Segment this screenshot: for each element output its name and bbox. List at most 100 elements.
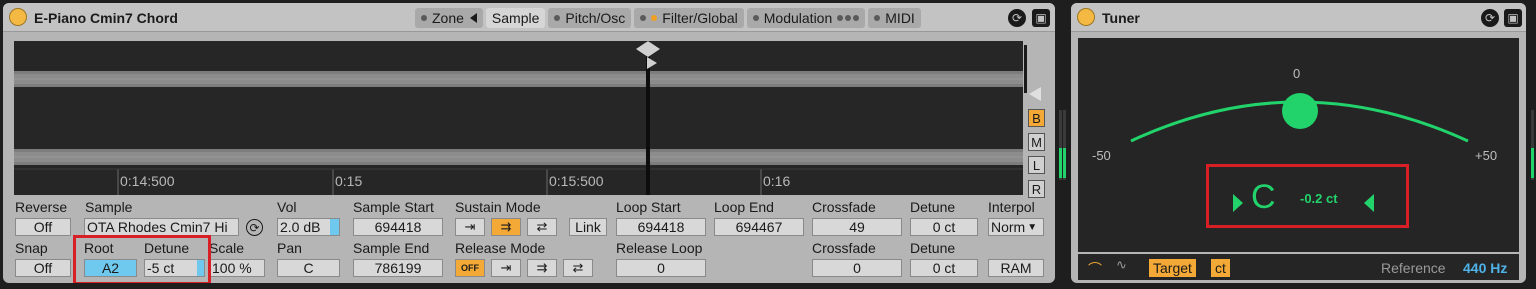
histogram-view-icon[interactable]: ∿ xyxy=(1116,257,1136,275)
sample-end-field[interactable]: 786199 xyxy=(353,259,443,277)
note-readout-highlight xyxy=(1206,164,1409,228)
detune-release-slider[interactable]: 0 ct xyxy=(910,259,978,277)
ram-button[interactable]: RAM xyxy=(988,259,1044,277)
detune-slider[interactable]: 0 ct xyxy=(910,218,978,236)
scale-slider[interactable]: 100 % xyxy=(209,259,265,277)
timeline-label: 0:16 xyxy=(763,173,791,189)
tab-indicator-dot-active xyxy=(651,15,658,21)
device-power-button[interactable] xyxy=(9,8,27,26)
tab-indicator-dot xyxy=(640,15,647,21)
tab-label: Sample xyxy=(491,10,540,26)
sample-start-field[interactable]: 694418 xyxy=(353,218,443,236)
channel-mid-button[interactable]: M xyxy=(1028,133,1045,151)
loop-start-field[interactable]: 694418 xyxy=(616,218,706,236)
tuner-titlebar: Tuner ⟳ ▣ xyxy=(1071,3,1526,32)
sample-name-field[interactable]: OTA Rhodes Cmin7 Hi xyxy=(84,218,239,236)
scale-min-label: -50 xyxy=(1092,148,1111,163)
channel-left-button[interactable]: L xyxy=(1028,156,1045,174)
root-detune-highlight xyxy=(73,235,211,283)
hot-swap-icon[interactable]: ⟳ xyxy=(1481,9,1499,27)
detune-label: Detune xyxy=(910,199,956,215)
device-tabs: Zone Sample Pitch/Osc Filter/Global Modu… xyxy=(415,8,921,28)
tuner-title: Tuner xyxy=(1102,10,1140,26)
save-preset-icon[interactable]: ▣ xyxy=(1032,9,1050,27)
device-title: E-Piano Cmin7 Chord xyxy=(34,10,178,26)
scale-center-label: 0 xyxy=(1293,66,1301,81)
start-marker-arrow xyxy=(647,57,657,69)
tuner-input-meter xyxy=(1057,110,1067,180)
tab-modulation[interactable]: Modulation xyxy=(746,8,866,28)
release-mode-off-button[interactable]: OFF xyxy=(455,259,485,277)
channel-right-button[interactable]: R xyxy=(1028,180,1045,198)
crossfade-label: Crossfade xyxy=(812,199,876,215)
loop-end-label: Loop End xyxy=(714,199,774,215)
interpol-label: Interpol xyxy=(988,199,1035,215)
crossfade-release-field[interactable]: 0 xyxy=(812,259,902,277)
release-mode-loop-back-forth-icon[interactable]: ⇄ xyxy=(563,259,593,277)
zoom-slider-track[interactable] xyxy=(1024,45,1027,93)
ct-unit-button[interactable]: ct xyxy=(1211,259,1230,277)
interpol-dropdown[interactable]: Norm ▼ xyxy=(988,218,1044,236)
reference-value[interactable]: 440 Hz xyxy=(1463,260,1507,276)
sustain-mode-loop-back-forth-icon[interactable]: ⇄ xyxy=(527,218,557,236)
tab-filter-global[interactable]: Filter/Global xyxy=(634,8,744,28)
timeline-label: 0:14:500 xyxy=(120,173,175,189)
crossfade-field[interactable]: 49 xyxy=(812,218,902,236)
snap-label: Snap xyxy=(15,240,48,256)
channel-both-button[interactable]: B xyxy=(1028,109,1045,127)
snap-toggle[interactable]: Off xyxy=(15,259,71,277)
tab-indicator-dot xyxy=(845,15,852,21)
tab-label: Zone xyxy=(432,10,464,26)
collapse-arrow-icon xyxy=(469,13,477,23)
tab-sample[interactable]: Sample xyxy=(485,8,546,28)
reference-label: Reference xyxy=(1381,260,1446,276)
sample-end-label: Sample End xyxy=(353,240,430,256)
sustain-mode-loop-forward-icon[interactable]: ⇉ xyxy=(491,218,521,236)
tab-label: Filter/Global xyxy=(662,10,738,26)
hot-swap-icon[interactable]: ⟳ xyxy=(1008,9,1026,27)
release-loop-field[interactable]: 0 xyxy=(616,259,706,277)
tab-label: MIDI xyxy=(885,10,915,26)
reverse-toggle[interactable]: Off xyxy=(15,218,71,236)
zoom-slider-handle-icon[interactable] xyxy=(1029,87,1041,101)
vol-label: Vol xyxy=(277,199,297,215)
tab-indicator-dot xyxy=(554,15,561,21)
scale-label: Scale xyxy=(209,240,245,256)
loop-start-label: Loop Start xyxy=(616,199,681,215)
reverse-label: Reverse xyxy=(15,199,68,215)
loop-end-field[interactable]: 694467 xyxy=(714,218,804,236)
tuner-device: Tuner ⟳ ▣ 0 -50 +50 C -0.2 ct ⌒ ∿ Target… xyxy=(1071,3,1526,283)
save-preset-icon[interactable]: ▣ xyxy=(1504,9,1522,27)
tuner-needle-dot xyxy=(1282,93,1318,129)
tab-indicator-dot xyxy=(853,15,860,21)
release-mode-loop-forward-icon[interactable]: ⇉ xyxy=(527,259,557,277)
vol-slider[interactable]: 2.0 dB xyxy=(277,218,340,236)
tab-zone[interactable]: Zone xyxy=(415,8,483,28)
release-mode-no-loop-icon[interactable]: ⇥ xyxy=(491,259,521,277)
waveform-svg xyxy=(14,41,1023,195)
tuner-footer: ⌒ ∿ Target ct Reference 440 Hz xyxy=(1078,254,1519,280)
tab-pitch-osc[interactable]: Pitch/Osc xyxy=(548,8,632,28)
pan-label: Pan xyxy=(277,240,302,256)
tab-midi[interactable]: MIDI xyxy=(868,8,921,28)
tab-indicator-dot xyxy=(837,15,844,21)
tab-indicator-dot xyxy=(421,15,427,21)
tuner-output-meter xyxy=(1530,110,1536,180)
pan-slider[interactable]: C xyxy=(277,259,340,277)
sustain-mode-label: Sustain Mode xyxy=(455,199,541,215)
waveform-display[interactable]: 0:14:500 0:15 0:15:500 0:16 xyxy=(14,41,1023,195)
scale-max-label: +50 xyxy=(1475,148,1498,163)
tuner-display: 0 -50 +50 C -0.2 ct xyxy=(1078,38,1519,252)
tab-label: Modulation xyxy=(763,10,833,26)
release-loop-label: Release Loop xyxy=(616,240,703,256)
arc-view-icon[interactable]: ⌒ xyxy=(1088,259,1108,277)
sampler-device: E-Piano Cmin7 Chord Zone Sample Pitch/Os… xyxy=(3,3,1055,283)
target-button[interactable]: Target xyxy=(1149,259,1196,277)
tab-indicator-dot xyxy=(874,15,881,21)
timeline-label: 0:15:500 xyxy=(549,173,604,189)
tuner-power-button[interactable] xyxy=(1077,8,1095,26)
sustain-mode-no-loop-icon[interactable]: ⇥ xyxy=(455,218,485,236)
interpol-value: Norm xyxy=(991,219,1026,235)
hot-swap-sample-icon[interactable]: ⟳ xyxy=(246,219,263,236)
link-button[interactable]: Link xyxy=(569,218,607,236)
